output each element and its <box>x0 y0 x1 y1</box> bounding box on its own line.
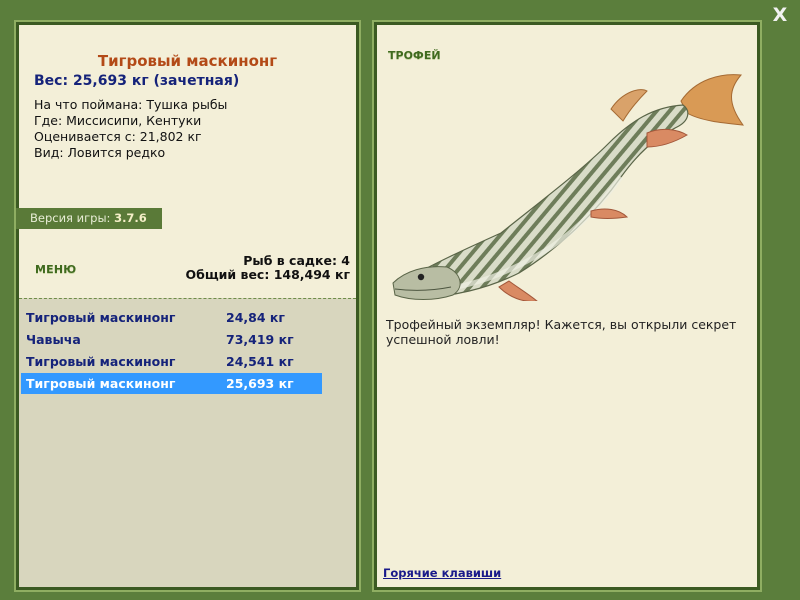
total-weight: Общий вес: 148,494 кг <box>185 267 351 282</box>
keepnet-summary: Рыб в садке: 4 Общий вес: 148,494 кг <box>186 254 351 282</box>
catch-list: Тигровый маскинонг 24,84 кг Чавыча 73,41… <box>19 298 356 587</box>
detail-location: Где: Миссисипи, Кентуки <box>34 113 202 128</box>
list-item[interactable]: Чавыча 73,419 кг <box>21 329 322 350</box>
trophy-message: Трофейный экземпляр! Кажется, вы открыли… <box>386 317 737 347</box>
close-button[interactable]: X <box>769 4 791 26</box>
trophy-panel: ТРОФЕЙ Трофейный экземпляр! Кажется, вы … <box>372 20 762 592</box>
hotkeys-link[interactable]: Горячие клавиши <box>383 566 501 580</box>
list-item-name: Чавыча <box>26 332 81 347</box>
list-item-name: Тигровый маскинонг <box>26 376 176 391</box>
list-item-weight: 25,693 кг <box>226 376 294 391</box>
list-item[interactable]: Тигровый маскинонг 24,84 кг <box>21 307 322 328</box>
list-item-name: Тигровый маскинонг <box>26 354 176 369</box>
catch-info-panel: Тигровый маскинонг Вес: 25,693 кг (зачет… <box>14 20 361 592</box>
list-item-name: Тигровый маскинонг <box>26 310 176 325</box>
detail-rarity: Вид: Ловится редко <box>34 145 166 160</box>
list-item-selected[interactable]: Тигровый маскинонг 25,693 кг <box>21 373 322 394</box>
list-item-weight: 24,84 кг <box>226 310 285 325</box>
fish-illustration <box>392 74 745 301</box>
fish-weight: Вес: 25,693 кг (зачетная) <box>34 73 240 89</box>
detail-bait: На что поймана: Тушка рыбы <box>34 97 228 112</box>
list-item[interactable]: Тигровый маскинонг 24,541 кг <box>21 351 322 372</box>
version-value: 3.7.6 <box>114 211 147 225</box>
fish-title: Тигровый маскинонг <box>97 52 278 70</box>
list-item-weight: 73,419 кг <box>226 332 294 347</box>
detail-trophy-threshold: Оценивается с: 21,802 кг <box>34 129 202 144</box>
menu-button[interactable]: МЕНЮ <box>35 263 76 276</box>
list-item-weight: 24,541 кг <box>226 354 294 369</box>
version-bar: Версия игры: 3.7.6 <box>16 208 162 229</box>
version-label: Версия игры: <box>30 211 111 225</box>
fish-count: Рыб в садке: 4 <box>243 253 350 268</box>
